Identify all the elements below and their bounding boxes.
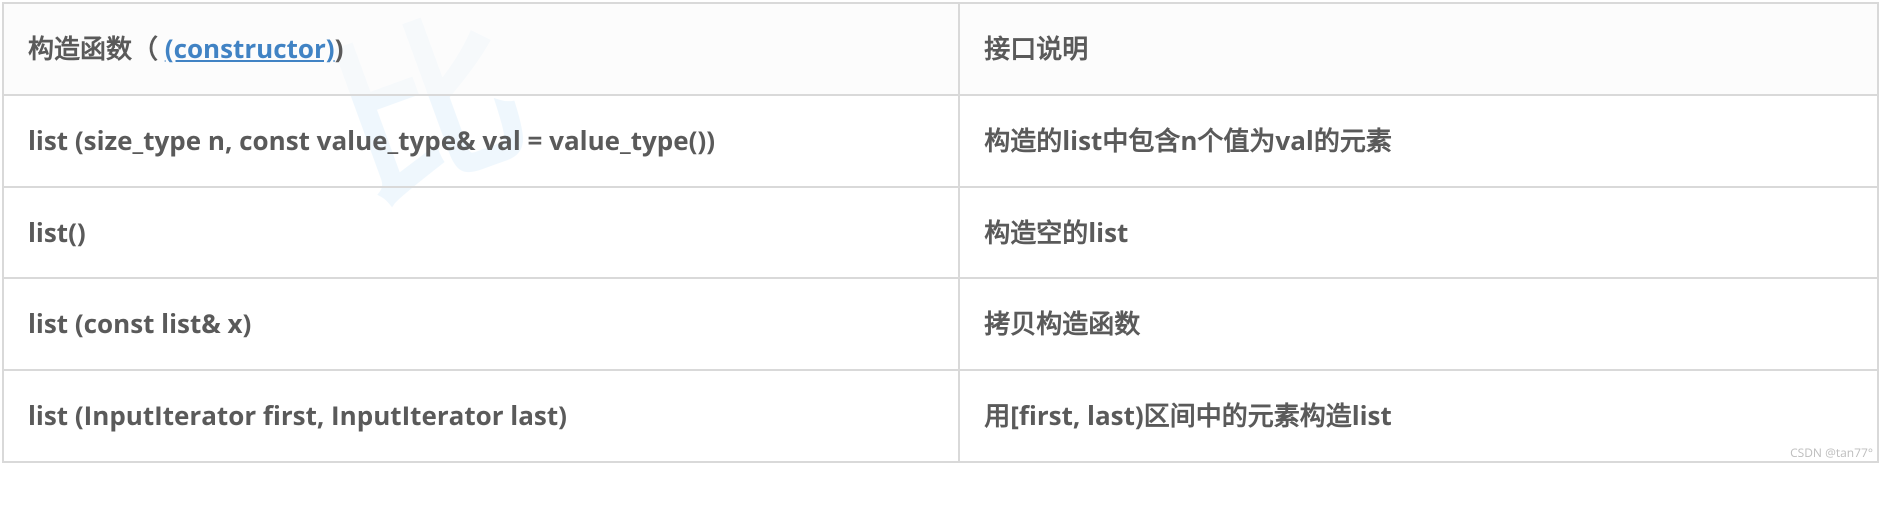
constructor-signature: list (const list& x): [3, 278, 959, 370]
header-constructor-cell: 构造函数（ (constructor)): [3, 3, 959, 95]
constructor-link[interactable]: (constructor): [165, 30, 335, 66]
constructor-description: 用[first, last)区间中的元素构造list: [959, 370, 1878, 462]
constructor-signature: list (size_type n, const value_type& val…: [3, 95, 959, 187]
constructor-signature: list (InputIterator first, InputIterator…: [3, 370, 959, 462]
credit-watermark: CSDN @tan77°: [1790, 444, 1873, 461]
constructor-description: 构造空的list: [959, 187, 1878, 279]
table-row: list (size_type n, const value_type& val…: [3, 95, 1878, 187]
table-header-row: 构造函数（ (constructor)) 接口说明: [3, 3, 1878, 95]
constructor-description: 构造的list中包含n个值为val的元素: [959, 95, 1878, 187]
header-suffix: ): [335, 30, 344, 66]
constructor-description: 拷贝构造函数: [959, 278, 1878, 370]
table-row: list (const list& x) 拷贝构造函数: [3, 278, 1878, 370]
table-row: list() 构造空的list: [3, 187, 1878, 279]
constructor-signature: list(): [3, 187, 959, 279]
constructor-table: 构造函数（ (constructor)) 接口说明 list (size_typ…: [2, 2, 1879, 463]
header-description-cell: 接口说明: [959, 3, 1878, 95]
table-row: list (InputIterator first, InputIterator…: [3, 370, 1878, 462]
header-prefix: 构造函数（: [28, 30, 165, 66]
